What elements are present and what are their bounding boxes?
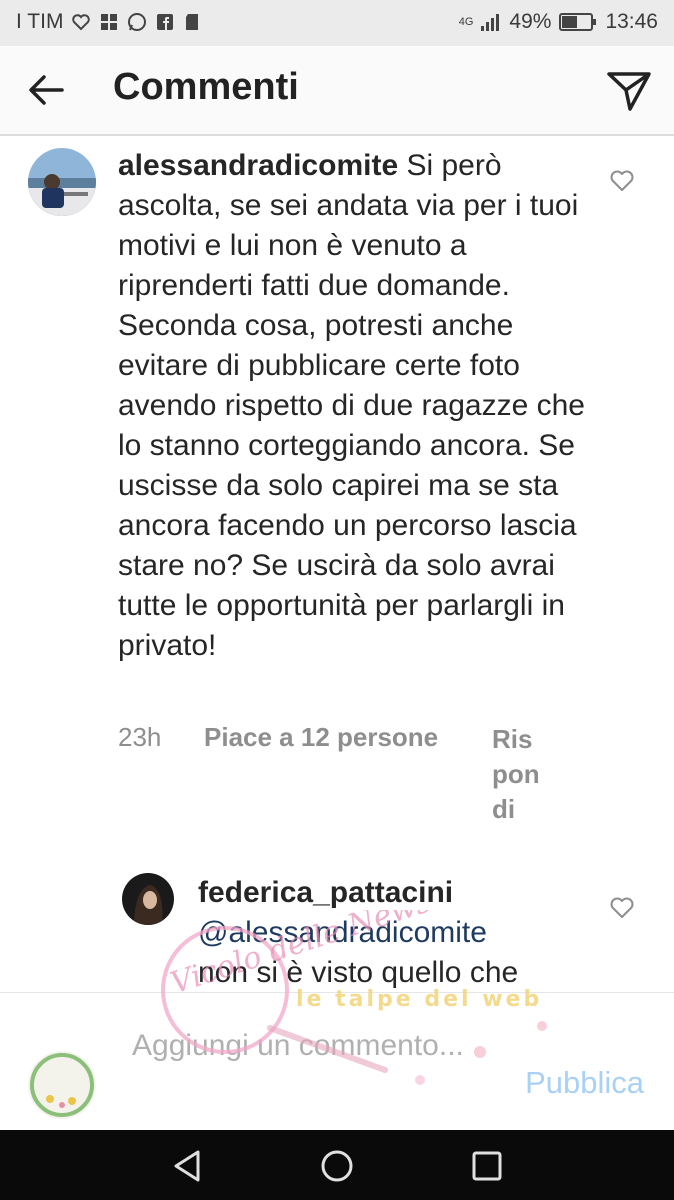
comment-text: Si però ascolta, se sei andata via per i… [118, 149, 585, 662]
avatar-photo [28, 1051, 96, 1119]
whatsapp-icon [128, 13, 147, 31]
home-circle-icon[interactable] [319, 1148, 355, 1184]
facebook-icon [157, 14, 174, 30]
status-right: 4G 49% 13:46 [459, 10, 658, 34]
comment-composer: Aggiungi un commento... Pubblica [0, 992, 674, 1131]
comment-username[interactable]: federica_pattacini [198, 873, 588, 913]
signal-icon [481, 14, 500, 31]
header: Commenti [0, 46, 674, 136]
clock: 13:46 [605, 10, 658, 33]
status-left: I TIM [16, 10, 203, 34]
comment-time: 23h [118, 722, 162, 752]
composer-avatar [28, 1051, 96, 1119]
apps-icon [101, 14, 118, 30]
reply-button[interactable]: Ris pon di [492, 722, 544, 827]
comment-text: non si è visto quello che [198, 956, 519, 989]
battery-icon [559, 13, 597, 31]
comment-likes[interactable]: Piace a 12 persone [204, 722, 438, 753]
battery-percent: 49% [509, 10, 552, 33]
comment-username[interactable]: alessandradicomite [118, 149, 398, 182]
system-nav-bar [0, 1130, 674, 1200]
recents-square-icon[interactable] [469, 1148, 505, 1184]
avatar[interactable] [122, 873, 174, 925]
comment-input[interactable]: Aggiungi un commento... [132, 1027, 472, 1065]
heart-icon[interactable] [609, 169, 635, 193]
heart-monitor-icon [72, 14, 91, 31]
carrier-label: I TIM [16, 10, 64, 33]
back-triangle-icon[interactable] [170, 1148, 206, 1184]
comment-body: alessandradicomite Si però ascolta, se s… [118, 146, 592, 666]
avatar[interactable] [28, 148, 96, 216]
comment-body: federica_pattacini @alessandradicomite n… [198, 873, 588, 993]
mention-link[interactable]: @alessandradicomite [198, 913, 588, 953]
network-type: 4G [458, 15, 474, 28]
arrow-left-icon[interactable] [26, 72, 66, 108]
status-bar: I TIM 4G 49% 13:46 [0, 0, 674, 46]
page-title: Commenti [113, 66, 299, 108]
avatar-photo [122, 873, 174, 925]
paper-plane-icon[interactable] [606, 70, 652, 112]
sd-card-icon [186, 14, 199, 30]
publish-button[interactable]: Pubblica [525, 1065, 644, 1101]
avatar-photo [28, 148, 96, 216]
heart-icon[interactable] [609, 896, 635, 920]
